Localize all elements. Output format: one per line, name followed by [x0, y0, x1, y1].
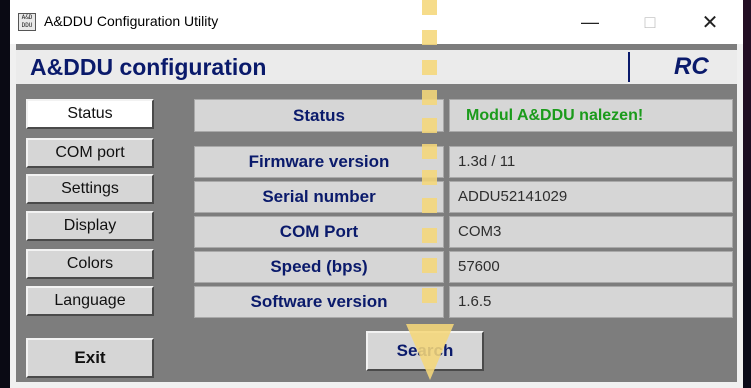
com-port-value: COM3	[449, 216, 733, 248]
maximize-button[interactable]: □	[630, 6, 670, 38]
arrow-dash	[422, 60, 437, 75]
main-panel: A&DDU configuration RC Status COM port S…	[16, 0, 737, 382]
status-value: Modul A&DDU nalezen!	[449, 99, 733, 132]
arrow-dash	[422, 30, 437, 45]
com-port-label: COM Port	[194, 216, 444, 248]
firmware-version-value: 1.3d / 11	[449, 146, 733, 178]
arrow-dash	[422, 228, 437, 243]
arrow-dash	[422, 0, 437, 15]
nav-item-display[interactable]: Display	[26, 211, 154, 241]
page-title: A&DDU configuration	[30, 54, 267, 80]
window-title: A&DDU Configuration Utility	[44, 13, 219, 29]
arrow-dash	[422, 144, 437, 159]
serial-number-value: ADDU52141029	[449, 181, 733, 213]
title-bar: A&D DDU A&DDU Configuration Utility — □ …	[10, 0, 743, 44]
header-bar: A&DDU configuration RC	[16, 50, 737, 84]
app-window: A&D DDU A&DDU Configuration Utility — □ …	[10, 0, 743, 388]
firmware-version-label: Firmware version	[194, 146, 444, 178]
exit-button[interactable]: Exit	[26, 338, 154, 378]
nav-item-colors[interactable]: Colors	[26, 249, 154, 279]
header-divider	[628, 52, 630, 82]
speed-label: Speed (bps)	[194, 251, 444, 283]
minimize-button[interactable]: —	[570, 6, 610, 38]
app-icon: A&D DDU	[18, 13, 36, 31]
software-version-value: 1.6.5	[449, 286, 733, 318]
arrow-down-icon	[406, 324, 454, 380]
speed-value: 57600	[449, 251, 733, 283]
arrow-dash	[422, 198, 437, 213]
arrow-dash	[422, 288, 437, 303]
software-version-label: Software version	[194, 286, 444, 318]
nav-item-status[interactable]: Status	[26, 99, 154, 129]
status-label: Status	[194, 99, 444, 132]
arrow-dash	[422, 258, 437, 273]
rc-badge: RC	[674, 53, 709, 80]
nav-item-com-port[interactable]: COM port	[26, 138, 154, 168]
serial-number-label: Serial number	[194, 181, 444, 213]
nav-item-settings[interactable]: Settings	[26, 174, 154, 204]
arrow-dash	[422, 170, 437, 185]
arrow-dash	[422, 90, 437, 105]
nav-item-language[interactable]: Language	[26, 286, 154, 316]
close-button[interactable]: ✕	[690, 6, 730, 38]
arrow-dash	[422, 118, 437, 133]
